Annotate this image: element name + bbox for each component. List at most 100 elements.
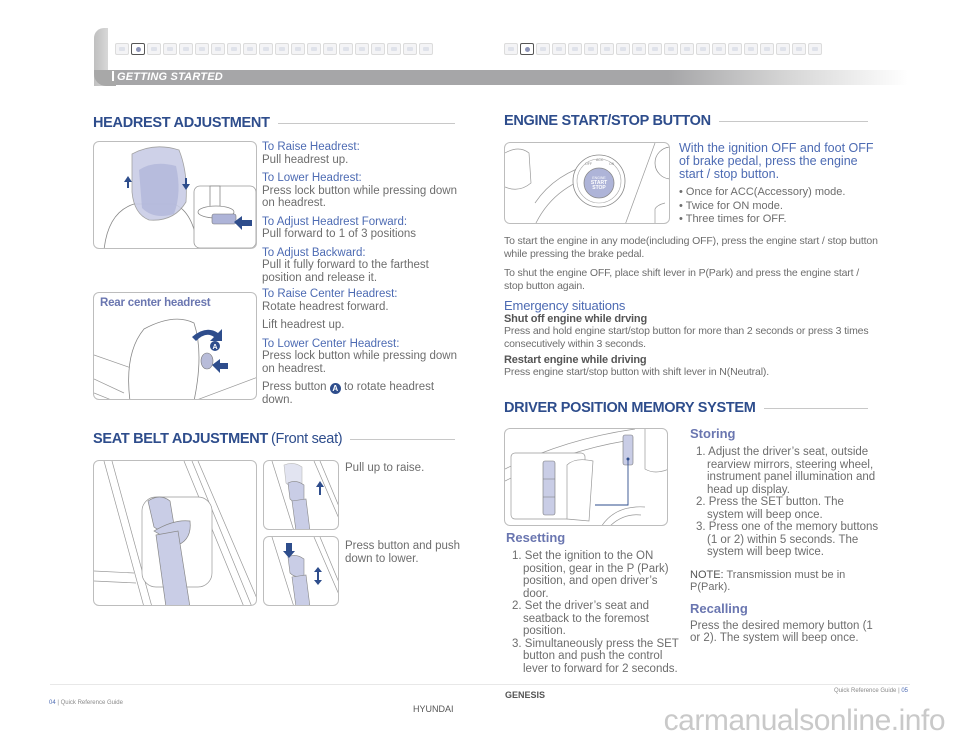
phone-icon[interactable] — [307, 43, 321, 55]
auto-hold-icon[interactable] — [371, 43, 385, 55]
steering-icon[interactable] — [147, 43, 161, 55]
engine-section-title: ENGINE START/STOP BUTTON — [504, 113, 868, 129]
step-item: 1. Adjust the driver’s seat, outside rea… — [696, 446, 876, 496]
engine-button-illustration: ENGINE START STOP OFF ACC ON — [504, 142, 670, 224]
brand-name: GENESIS — [505, 690, 546, 700]
wiper-icon[interactable] — [243, 43, 257, 55]
camera-icon[interactable] — [323, 43, 337, 55]
key-icon[interactable] — [163, 43, 177, 55]
tpms-icon[interactable] — [760, 43, 774, 55]
sunroof-icon[interactable] — [339, 43, 353, 55]
display-icon[interactable] — [600, 43, 614, 55]
instruction-body: Pull forward to 1 of 3 positions — [262, 228, 417, 240]
seatbelt-raise-drawing — [271, 461, 338, 529]
instruction-heading: To Lower Center Headrest: — [262, 337, 400, 350]
memory-buttons-illustration — [504, 428, 668, 526]
road-icon[interactable] — [728, 43, 742, 55]
wiper-icon[interactable] — [552, 43, 566, 55]
step-item: 3. Simultaneously press the SET button a… — [512, 637, 679, 675]
headrest-instruction: To Adjust Headrest Forward: Pull forward … — [262, 216, 462, 241]
headrest-instruction: To Raise Center Headrest: Rotate headrest… — [262, 288, 462, 313]
engine-icon[interactable] — [115, 43, 129, 55]
step-item: 1. Set the ignition to the ON position, … — [512, 550, 669, 600]
recalling-heading: Recalling — [690, 600, 748, 616]
parking-icon[interactable] — [419, 43, 433, 55]
resetting-block: Resetting 1. Set the ignition to the ON … — [506, 530, 686, 675]
svg-text:OFF: OFF — [585, 162, 592, 166]
storing-steps: 1. Adjust the driver’s seat, outside rea… — [690, 446, 880, 559]
memory-section-title: DRIVER POSITION MEMORY SYSTEM — [504, 400, 868, 416]
header-section-bar — [108, 70, 908, 85]
memory-button-panel-icon — [542, 460, 556, 516]
seatbelt-raise-text: Pull up to raise. — [345, 462, 425, 474]
trunk-icon[interactable] — [355, 43, 369, 55]
headrest-instruction: To Adjust Backward: Pull it fully forward… — [262, 247, 462, 285]
pen-icon[interactable] — [504, 43, 518, 55]
engine-mode-item: Once for ACC(Accessory) mode. — [679, 186, 846, 200]
svg-text:A: A — [212, 344, 217, 351]
instruction-body: Pull headrest up. — [262, 153, 349, 166]
footer-right-page: Quick Reference Guide | 05 — [834, 688, 908, 694]
seatbelt-lower-text: Press button and push down to lower. — [345, 540, 461, 565]
instruction-heading: To Raise Center Headrest: — [262, 288, 398, 300]
shutoff-body: Press and hold engine start/stop button … — [504, 325, 869, 350]
door-icon[interactable] — [179, 43, 193, 55]
vehicle-icon[interactable] — [776, 43, 790, 55]
lane-icon[interactable] — [632, 43, 646, 55]
brake-icon[interactable] — [744, 43, 758, 55]
headrest-drawing — [103, 146, 256, 248]
step-item: 2. Press the SET button. The system will… — [696, 496, 844, 521]
tire-icon[interactable] — [696, 43, 710, 55]
manufacturer-name: HYUNDAI — [413, 704, 454, 714]
cruise-icon[interactable] — [568, 43, 582, 55]
climate-icon[interactable] — [275, 43, 289, 55]
title-rule — [718, 120, 868, 122]
instruction-heading: To Raise Headrest: — [262, 141, 360, 153]
window-icon[interactable] — [227, 43, 241, 55]
light-icon[interactable] — [259, 43, 273, 55]
svg-text:STOP: STOP — [592, 185, 606, 191]
title-rule — [350, 438, 455, 440]
bluetooth-icon[interactable] — [648, 43, 662, 55]
engine-button-drawing: ENGINE START STOP OFF ACC ON — [505, 143, 669, 223]
storing-heading: Storing — [690, 426, 736, 441]
footer-left-page: 04 | Quick Reference Guide — [49, 700, 123, 706]
airbag-icon[interactable] — [131, 43, 145, 55]
recalling-text: Press the desired memory button (1 or 2)… — [690, 619, 873, 645]
emergency-heading: Emergency situations — [504, 298, 626, 313]
audio-icon[interactable] — [291, 43, 305, 55]
engine-title-text: ENGINE START/STOP BUTTON — [504, 113, 711, 129]
headrest-instructions: To Raise Headrest: Pull headrest up. To Lo… — [262, 141, 462, 407]
start-button-icon[interactable] — [520, 43, 534, 55]
engine-mode-item: Twice for ON mode. — [679, 200, 845, 214]
memory-note: NOTE: Transmission must be in P(Park). — [690, 569, 880, 594]
phone-icon[interactable] — [536, 43, 550, 55]
chapter-icon-strip-right — [504, 43, 822, 55]
engine-mode-list: Once for ACC(Accessory) mode.Twice for O… — [679, 186, 846, 227]
resetting-heading: Resetting — [506, 530, 566, 545]
title-rule — [763, 407, 868, 409]
seatbelt-icon[interactable] — [387, 43, 401, 55]
sensor-icon[interactable] — [712, 43, 726, 55]
instruction-body: Lift headrest up. — [262, 319, 345, 331]
seatbelt-section-title: SEAT BELT ADJUSTMENT (Front seat) — [93, 431, 455, 447]
instruction-body: Rotate headrest forward. — [262, 300, 389, 313]
engine-shutoff-paragraph: To shut the engine OFF, place shift leve… — [504, 267, 859, 292]
car-icon[interactable] — [616, 43, 630, 55]
watermark: carmanualsonline.info — [663, 704, 946, 737]
instruction-heading: To Adjust Backward: — [262, 246, 366, 259]
shutoff-heading: Shut off engine while drving — [504, 313, 648, 325]
svg-text:ON: ON — [609, 162, 615, 166]
title-rule — [277, 122, 455, 124]
memo-icon[interactable] — [808, 43, 822, 55]
seat-icon[interactable] — [195, 43, 209, 55]
hazard-icon[interactable] — [792, 43, 806, 55]
mirror-icon[interactable] — [211, 43, 225, 55]
svg-text:ACC: ACC — [596, 158, 604, 162]
menu-icon[interactable] — [584, 43, 598, 55]
lamp-icon[interactable] — [680, 43, 694, 55]
memory-buttons-drawing — [505, 429, 667, 525]
voice-icon[interactable] — [664, 43, 678, 55]
chapter-icon-strip-left — [115, 43, 433, 55]
fuel-icon[interactable] — [403, 43, 417, 55]
